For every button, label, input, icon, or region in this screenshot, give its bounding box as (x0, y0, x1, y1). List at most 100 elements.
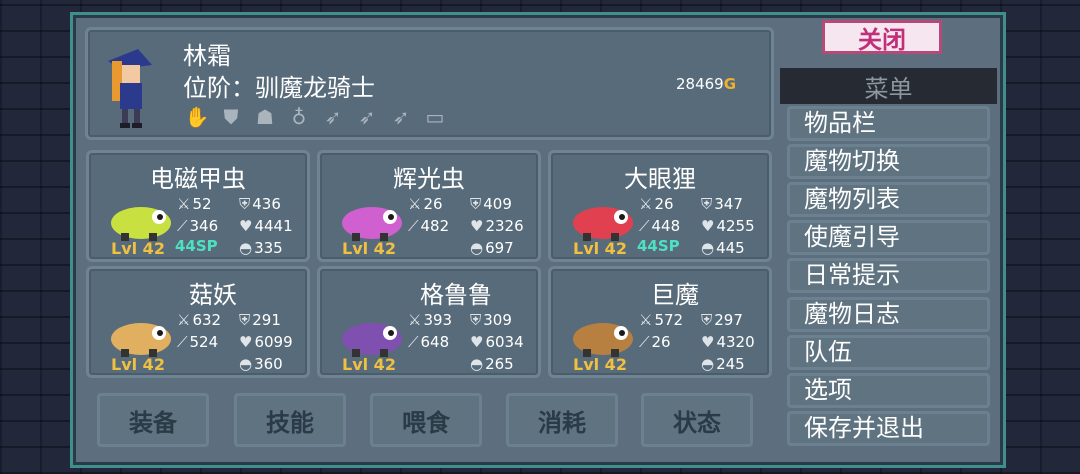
glove-icon[interactable]: ✋ (183, 104, 211, 130)
menu-item-familiar-guide[interactable]: 使魔引导 (787, 220, 990, 255)
health-stat: ♥ 2326 (470, 217, 524, 235)
magic-stat: ⟋ 482 (408, 217, 450, 235)
attack-stat: ⚔ 52 (177, 195, 212, 213)
food-bowl-icon: ◓ (470, 355, 484, 373)
monster-level: Lvl 42 (342, 355, 396, 374)
food-stat: ◓ 265 (470, 355, 514, 373)
food-stat: ◓ 245 (701, 355, 745, 373)
sword-icon: ⚔ (177, 311, 191, 329)
health-stat: ♥ 4320 (701, 333, 755, 351)
sword-icon: ⚔ (408, 195, 422, 213)
monster-sprite (342, 207, 402, 241)
tab-consume[interactable]: 消耗 (506, 393, 618, 447)
helmet-icon[interactable]: ☗ (251, 104, 279, 130)
defense-stat: ⛨ 297 (701, 311, 743, 329)
shield-icon: ⛨ (701, 311, 713, 329)
wand-icon: ⟋ (177, 217, 188, 235)
shield-icon: ⛨ (239, 311, 251, 329)
food-stat: ◓ 335 (239, 239, 283, 257)
menu-item-monster-journal[interactable]: 魔物日志 (787, 297, 990, 332)
magic-stat: ⟋ 648 (408, 333, 450, 351)
menu-item-options[interactable]: 选项 (787, 373, 990, 408)
menu-item-inventory[interactable]: 物品栏 (787, 106, 990, 141)
monster-sprite (573, 207, 633, 241)
heart-icon: ♥ (470, 333, 484, 351)
menu-item-monster-switch[interactable]: 魔物切换 (787, 144, 990, 179)
shield-icon: ⛨ (470, 195, 482, 213)
heart-icon: ♥ (239, 217, 253, 235)
tab-status[interactable]: 状态 (641, 393, 753, 447)
magic-stat: ⟋ 346 (177, 217, 219, 235)
defense-stat: ⛨ 309 (470, 311, 512, 329)
attack-stat: ⚔ 572 (639, 311, 684, 329)
hero-name: 林霜 (183, 42, 231, 70)
monster-level: Lvl 42 (573, 239, 627, 258)
monster-card-big-eye-raccoon[interactable]: 大眼狸 ⚔ 26 ⛨ 347 ⟋ 448 ♥ 4255 ◓ 445 Lvl 42 44SP (548, 150, 772, 262)
monster-card-electro-beetle[interactable]: 电磁甲虫 ⚔ 52 ⛨ 436 ⟋ 346 ♥ 4441 ◓ 335 Lvl 42 44S… (86, 150, 310, 262)
magic-stat: ⟋ 26 (639, 333, 671, 351)
menu-item-party[interactable]: 队伍 (787, 335, 990, 370)
magic-stat: ⟋ 448 (639, 217, 681, 235)
wand-icon: ⟋ (408, 217, 419, 235)
monster-level: Lvl 42 (342, 239, 396, 258)
armor-icon[interactable]: ⛊ (217, 104, 245, 130)
food-bowl-icon: ◓ (239, 239, 253, 257)
monster-card-grululu[interactable]: 格鲁鲁 ⚔ 393 ⛨ 309 ⟋ 648 ♥ 6034 ◓ 265 Lvl 42 (317, 266, 541, 378)
feather-icon[interactable]: ➶ (353, 104, 381, 130)
heart-icon: ♥ (701, 217, 715, 235)
wand-icon: ⟋ (177, 333, 188, 351)
shield-icon: ⛨ (701, 195, 713, 213)
menu-item-save-quit[interactable]: 保存并退出 (787, 411, 990, 446)
close-button[interactable]: 关闭 (822, 20, 942, 54)
sword-icon: ⚔ (639, 195, 653, 213)
tab-feed[interactable]: 喂食 (370, 393, 482, 447)
monster-name: 辉光虫 (393, 165, 465, 193)
equipment-row: ✋ ⛊ ☗ ♁ ➶ ➶ ➶ ▭ (183, 104, 449, 130)
action-tabs: 装备 技能 喂食 消耗 状态 (97, 393, 765, 449)
monster-name: 菇妖 (189, 281, 237, 309)
attack-stat: ⚔ 26 (408, 195, 443, 213)
food-bowl-icon: ◓ (239, 355, 253, 373)
attack-stat: ⚔ 632 (177, 311, 222, 329)
food-stat: ◓ 445 (701, 239, 745, 257)
menu-item-daily-tips[interactable]: 日常提示 (787, 258, 990, 293)
defense-stat: ⛨ 291 (239, 311, 281, 329)
food-bowl-icon: ◓ (701, 239, 715, 257)
wand-icon: ⟋ (639, 333, 650, 351)
health-stat: ♥ 6099 (239, 333, 293, 351)
gold-amount: 28469 (676, 75, 724, 93)
food-bowl-icon: ◓ (470, 239, 484, 257)
feather-icon[interactable]: ➶ (319, 104, 347, 130)
menu-item-monster-list[interactable]: 魔物列表 (787, 182, 990, 217)
food-stat: ◓ 697 (470, 239, 514, 257)
gold-icon: G (723, 75, 737, 93)
monster-sprite (342, 323, 402, 357)
wand-icon: ⟋ (408, 333, 419, 351)
tab-equipment[interactable]: 装备 (97, 393, 209, 447)
monster-card-glow-bug[interactable]: 辉光虫 ⚔ 26 ⛨ 409 ⟋ 482 ♥ 2326 ◓ 697 Lvl 42 (317, 150, 541, 262)
skill-points-badge: 44SP (175, 237, 218, 255)
monster-name: 巨魔 (651, 281, 699, 309)
feather-icon[interactable]: ➶ (387, 104, 415, 130)
sword-icon: ⚔ (639, 311, 653, 329)
heart-icon: ♥ (239, 333, 253, 351)
monster-card-troll[interactable]: 巨魔 ⚔ 572 ⛨ 297 ⟋ 26 ♥ 4320 ◓ 245 Lvl 42 (548, 266, 772, 378)
defense-stat: ⛨ 409 (470, 195, 512, 213)
monster-name: 格鲁鲁 (420, 281, 492, 309)
book-icon[interactable]: ▭ (421, 104, 449, 130)
attack-stat: ⚔ 393 (408, 311, 453, 329)
menu-title: 菜单 (780, 68, 997, 104)
gold-counter: 28469G (676, 75, 736, 93)
monster-level: Lvl 42 (573, 355, 627, 374)
monster-card-mushroom-sprite[interactable]: 菇妖 ⚔ 632 ⛨ 291 ⟋ 524 ♥ 6099 ◓ 360 Lvl 42 (86, 266, 310, 378)
monster-sprite (111, 207, 171, 241)
sword-icon: ⚔ (408, 311, 422, 329)
tab-skills[interactable]: 技能 (234, 393, 346, 447)
magic-stat: ⟋ 524 (177, 333, 219, 351)
skill-points-badge: 44SP (637, 237, 680, 255)
defense-stat: ⛨ 347 (701, 195, 743, 213)
amulet-icon[interactable]: ♁ (285, 104, 313, 130)
food-stat: ◓ 360 (239, 355, 283, 373)
monster-name: 电磁甲虫 (150, 165, 246, 193)
shield-icon: ⛨ (470, 311, 482, 329)
